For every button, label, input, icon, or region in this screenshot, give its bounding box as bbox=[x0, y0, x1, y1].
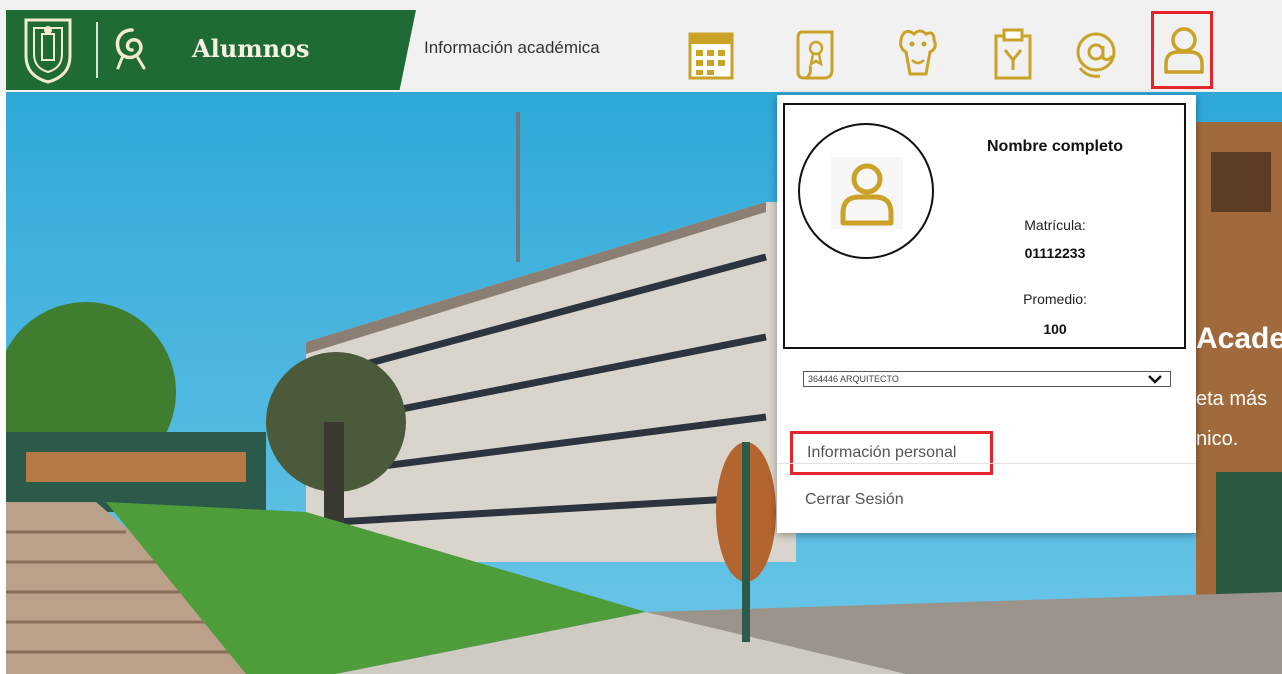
email-icon[interactable] bbox=[1070, 26, 1120, 82]
profile-card: Nombre completo Matrícula: 01112233 Prom… bbox=[783, 103, 1186, 349]
career-select[interactable]: 364446 ARQUITECTO bbox=[803, 371, 1171, 387]
mascot-icon[interactable] bbox=[892, 26, 942, 82]
promedio-label: Promedio: bbox=[1023, 291, 1087, 307]
clipboard-icon[interactable] bbox=[988, 26, 1038, 82]
brand-divider bbox=[96, 22, 98, 78]
user-avatar-icon bbox=[831, 157, 903, 229]
hero-text-line-2: nico. bbox=[1196, 428, 1239, 450]
full-name: Nombre completo bbox=[986, 138, 1123, 155]
user-profile-button[interactable] bbox=[1151, 11, 1213, 89]
university-seal-icon bbox=[24, 18, 72, 84]
personal-info-menu-item[interactable]: Información personal bbox=[790, 431, 993, 475]
academic-info-link[interactable]: Información académica bbox=[424, 38, 600, 58]
top-navigation-bar: Alumnos Información académica bbox=[0, 0, 1282, 92]
matricula-value: 01112233 bbox=[1024, 245, 1086, 261]
user-icon bbox=[1164, 27, 1204, 74]
promedio-value: 100 bbox=[1043, 321, 1067, 337]
profile-dropdown: Nombre completo Matrícula: 01112233 Prom… bbox=[777, 95, 1196, 533]
career-select-value: 364446 ARQUITECTO bbox=[808, 374, 899, 384]
hero-heading: Acade bbox=[1196, 322, 1282, 355]
brand-banner[interactable]: Alumnos bbox=[6, 10, 416, 90]
cimarron-logo-icon bbox=[115, 28, 146, 70]
avatar bbox=[798, 123, 934, 259]
logout-menu-item[interactable]: Cerrar Sesión bbox=[805, 491, 904, 509]
menu-divider bbox=[777, 463, 1196, 464]
diploma-icon[interactable] bbox=[792, 26, 842, 82]
calendar-icon[interactable] bbox=[686, 26, 736, 82]
hero-text-line-1: eta más bbox=[1196, 388, 1268, 410]
chevron-down-icon bbox=[1148, 375, 1162, 384]
matricula-label: Matrícula: bbox=[1024, 217, 1086, 233]
brand-title: Alumnos bbox=[192, 34, 310, 63]
